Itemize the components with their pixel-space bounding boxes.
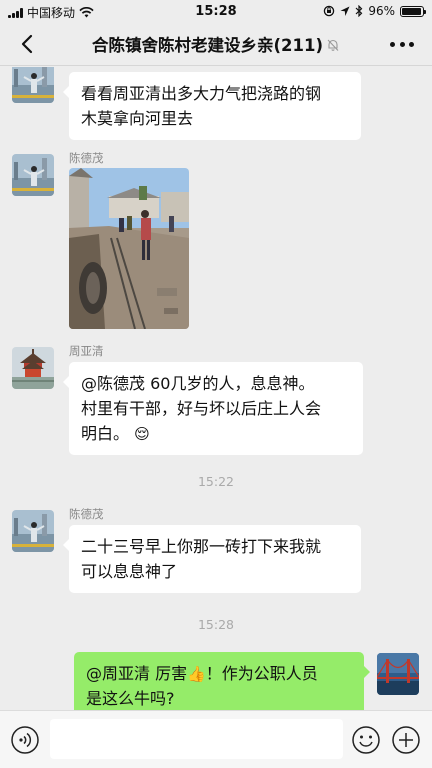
chevron-left-icon[interactable] — [14, 30, 42, 58]
avatar-self[interactable] — [377, 653, 419, 695]
avatar[interactable] — [12, 347, 54, 389]
status-right: 96% — [323, 4, 426, 18]
nav-bar: 合陈镇舍陈村老建设乡亲(211) — [0, 22, 432, 66]
message-input[interactable] — [50, 719, 343, 759]
message-bubble[interactable]: @陈德茂 60几岁的人，息息神。 村里有干部，好与坏以后庄上人会 明白。 😌 — [63, 362, 363, 455]
timestamp: 15:28 — [197, 617, 235, 632]
input-bar — [0, 710, 432, 768]
message-bubble[interactable]: 看看周亚清出多大力气把浇路的钢 木莫拿向河里去 — [63, 72, 361, 140]
message-bubble[interactable]: 二十三号早上你那一砖打下来我就 可以息息神了 — [63, 525, 361, 593]
battery-fill — [402, 7, 422, 15]
bell-muted-icon — [327, 39, 339, 51]
avatar[interactable] — [12, 510, 54, 552]
avatar[interactable] — [12, 154, 54, 196]
message-text-line: 可以息息神了 — [81, 562, 178, 581]
message-text-line: 明白。 😌 — [81, 421, 351, 446]
emoji: 😌 — [134, 425, 150, 443]
chat-title[interactable]: 合陈镇舍陈村老建设乡亲(211) — [60, 32, 372, 56]
orientation-lock-icon — [324, 5, 335, 17]
battery-icon — [400, 5, 426, 17]
message-text: ！作为公职人员 — [205, 664, 318, 683]
chat-area[interactable]: 看看周亚清出多大力气把浇路的钢 木莫拿向河里去 陈德茂 周亚清 @陈德茂 60几… — [0, 67, 432, 710]
message-text-line: 看看周亚清出多大力气把浇路的钢 — [81, 84, 322, 103]
message-text: 明白。 — [81, 424, 130, 443]
plus-icon[interactable] — [391, 725, 421, 755]
message-bubble-self[interactable]: @周亚清 厉害👍！作为公职人员 是这么牛吗? — [74, 652, 370, 710]
location-icon — [340, 6, 350, 16]
image-message[interactable] — [69, 168, 189, 329]
smiley-icon[interactable] — [351, 725, 381, 755]
message-text-line: 村里有干部，好与坏以后庄上人会 — [81, 399, 322, 418]
sender-name: 周亚清 — [69, 344, 104, 358]
message-text-line: @陈德茂 60几岁的人，息息神。 — [81, 374, 315, 393]
message-text: @周亚清 厉害 — [86, 664, 188, 683]
more-dots-icon[interactable] — [390, 32, 414, 56]
bluetooth-icon — [355, 5, 363, 17]
message-text-line: 木莫拿向河里去 — [81, 109, 194, 128]
battery-percent: 96% — [368, 4, 395, 18]
status-bar: 中国移动 15:28 96% — [0, 0, 432, 22]
timestamp: 15:22 — [197, 474, 235, 489]
sender-name: 陈德茂 — [69, 507, 104, 521]
message-text-line: @周亚清 厉害👍！作为公职人员 — [86, 661, 352, 686]
emoji: 👍 — [187, 665, 206, 683]
message-text-line: 二十三号早上你那一砖打下来我就 — [81, 537, 322, 556]
avatar[interactable] — [12, 67, 54, 103]
voice-icon[interactable] — [10, 725, 40, 755]
sender-name: 陈德茂 — [69, 151, 104, 165]
chat-title-text: 合陈镇舍陈村老建设乡亲(211) — [91, 36, 324, 55]
message-text-line: 是这么牛吗? — [86, 689, 175, 708]
